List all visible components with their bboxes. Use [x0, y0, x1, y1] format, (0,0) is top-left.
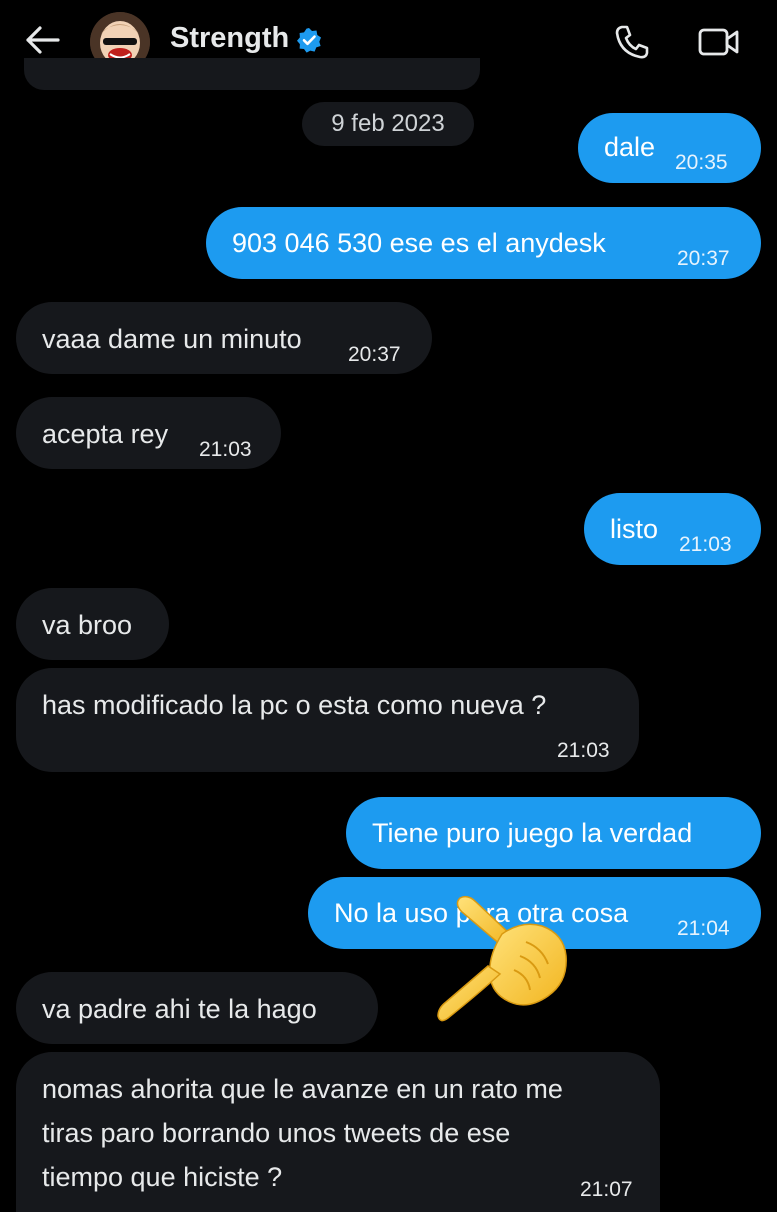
message-incoming[interactable]: va broo [16, 588, 169, 660]
message-time: 21:03 [557, 739, 610, 762]
pointing-hand-emoji-icon [437, 895, 567, 1022]
message-incoming[interactable]: acepta rey 21:03 [16, 397, 281, 469]
message-incoming[interactable]: has modificado la pc o esta como nueva ?… [16, 668, 639, 772]
message-text: vaaa dame un minuto [42, 324, 302, 354]
message-text: has modificado la pc o esta como nueva ? [42, 690, 547, 720]
message-text: 903 046 530 ese es el anydesk [232, 228, 606, 258]
message-time: 21:03 [199, 438, 252, 461]
message-outgoing[interactable]: 903 046 530 ese es el anydesk 20:37 [206, 207, 761, 279]
contact-name[interactable]: Strength [170, 22, 289, 55]
message-incoming[interactable]: nomas ahorita que le avanze en un rato m… [16, 1052, 660, 1212]
message-outgoing[interactable]: listo 21:03 [584, 493, 761, 565]
message-text: acepta rey [42, 419, 169, 449]
message-time: 21:07 [580, 1178, 633, 1201]
message-text: listo [610, 514, 659, 544]
message-incoming[interactable]: va padre ahi te la hago [16, 972, 378, 1044]
message-time: 20:35 [675, 151, 728, 174]
message-time: 20:37 [677, 247, 730, 270]
message-text-line: tiras paro borrando unos tweets de ese [42, 1118, 511, 1148]
previous-message-bubble-edge [24, 58, 480, 90]
message-incoming[interactable]: vaaa dame un minuto 20:37 [16, 302, 432, 374]
date-separator: 9 feb 2023 [302, 102, 474, 146]
message-time: 21:03 [679, 533, 732, 556]
message-text-line: tiempo que hiciste ? [42, 1162, 283, 1192]
video-camera-icon[interactable] [698, 26, 740, 58]
message-time: 20:37 [348, 343, 401, 366]
message-text: va broo [42, 610, 133, 640]
message-text: Tiene puro juego la verdad [372, 818, 693, 848]
message-text: va padre ahi te la hago [42, 994, 317, 1024]
back-arrow-icon[interactable] [24, 24, 60, 56]
verified-badge-icon [297, 28, 321, 53]
message-outgoing[interactable]: Tiene puro juego la verdad [346, 797, 761, 869]
phone-icon[interactable] [614, 24, 650, 60]
message-text: dale [604, 132, 656, 162]
message-time: 21:04 [677, 917, 730, 940]
message-text-line: nomas ahorita que le avanze en un rato m… [42, 1074, 563, 1104]
message-outgoing[interactable]: dale 20:35 [578, 113, 761, 183]
